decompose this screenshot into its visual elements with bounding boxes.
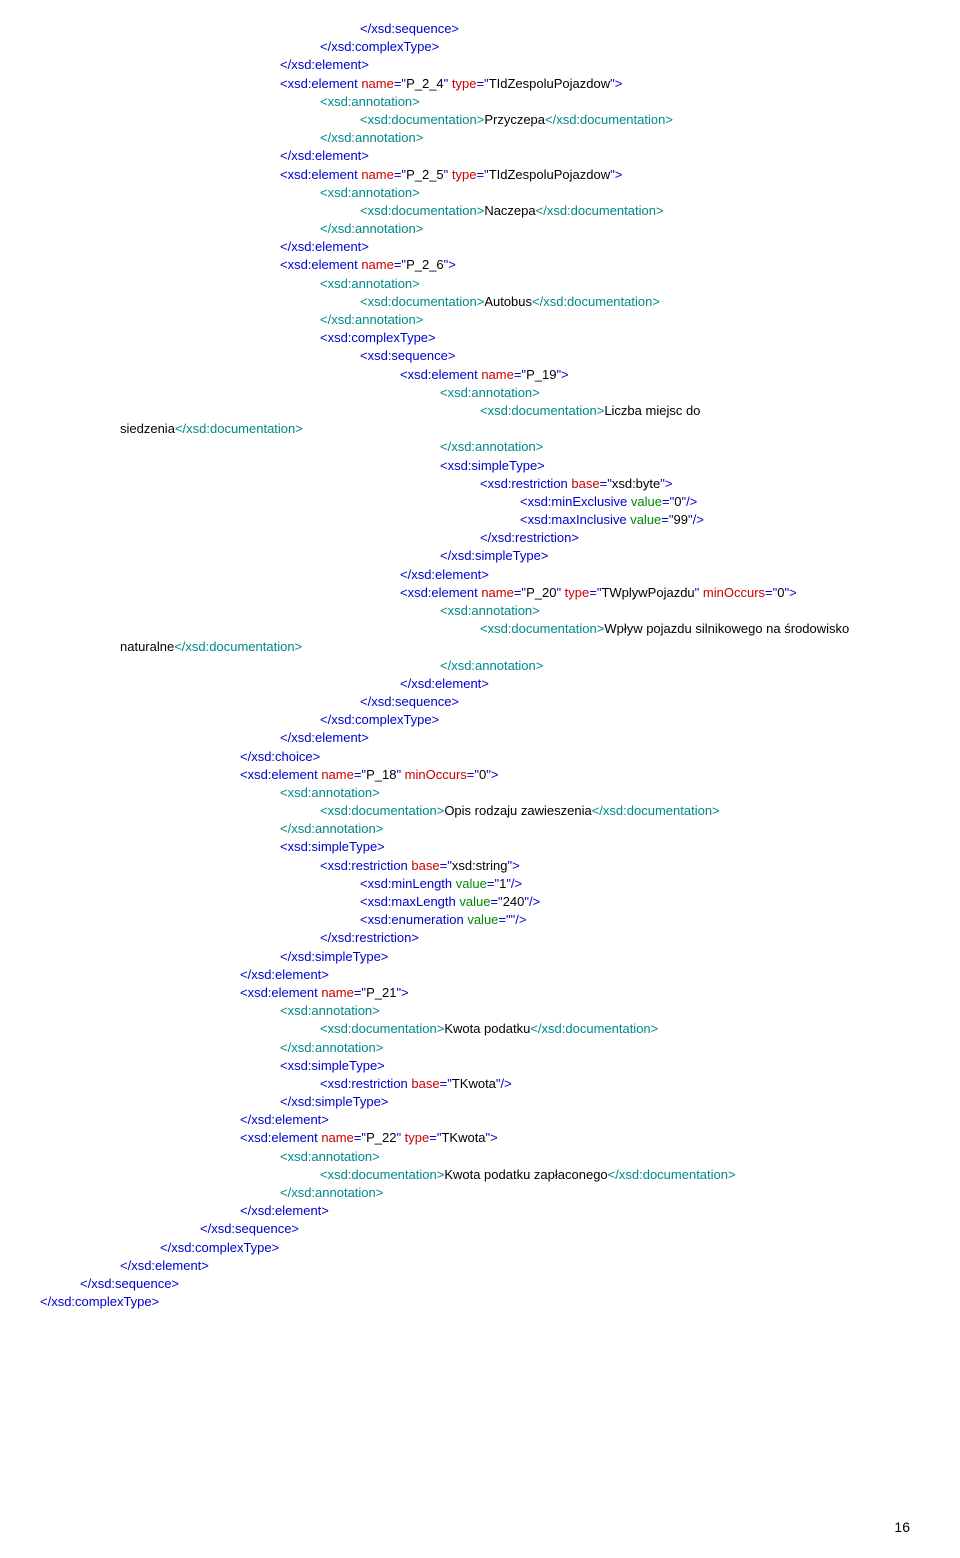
code-line: <xsd:element name="P_19"> (40, 366, 920, 384)
code-line: </xsd:element> (40, 966, 920, 984)
code-line: </xsd:annotation> (40, 311, 920, 329)
code-line: </xsd:element> (40, 1111, 920, 1129)
code-line: </xsd:element> (40, 675, 920, 693)
code-line: <xsd:restriction base="xsd:byte"> (40, 475, 920, 493)
code-line: <xsd:minExclusive value="0"/> (40, 493, 920, 511)
page-number: 16 (894, 1518, 910, 1538)
code-line: </xsd:simpleType> (40, 948, 920, 966)
code-line: </xsd:restriction> (40, 529, 920, 547)
code-line: <xsd:annotation> (40, 384, 920, 402)
code-line: </xsd:element> (40, 1202, 920, 1220)
code-line: <xsd:documentation>Liczba miejsc do (40, 402, 920, 420)
code-line: <xsd:element name="P_2_5" type="TIdZespo… (40, 166, 920, 184)
code-line: naturalne</xsd:documentation> (40, 638, 920, 656)
code-line: </xsd:element> (40, 56, 920, 74)
code-line: </xsd:simpleType> (40, 1093, 920, 1111)
code-line: <xsd:documentation>Autobus</xsd:document… (40, 293, 920, 311)
code-line: <xsd:restriction base="TKwota"/> (40, 1075, 920, 1093)
xml-code-block: </xsd:sequence></xsd:complexType></xsd:e… (40, 20, 920, 1311)
code-line: </xsd:annotation> (40, 820, 920, 838)
code-line: <xsd:annotation> (40, 275, 920, 293)
code-line: </xsd:element> (40, 147, 920, 165)
code-line: <xsd:element name="P_2_4" type="TIdZespo… (40, 75, 920, 93)
code-line: </xsd:element> (40, 1257, 920, 1275)
code-line: <xsd:annotation> (40, 93, 920, 111)
code-line: </xsd:complexType> (40, 1293, 920, 1311)
code-line: </xsd:element> (40, 729, 920, 747)
code-line: <xsd:element name="P_20" type="TWplywPoj… (40, 584, 920, 602)
code-line: siedzenia</xsd:documentation> (40, 420, 920, 438)
code-line: </xsd:annotation> (40, 1184, 920, 1202)
code-line: <xsd:documentation>Kwota podatku zapłaco… (40, 1166, 920, 1184)
code-line: </xsd:complexType> (40, 1239, 920, 1257)
code-line: </xsd:annotation> (40, 438, 920, 456)
code-line: </xsd:sequence> (40, 1275, 920, 1293)
code-line: <xsd:element name="P_18" minOccurs="0"> (40, 766, 920, 784)
code-line: <xsd:annotation> (40, 1148, 920, 1166)
code-line: <xsd:simpleType> (40, 1057, 920, 1075)
code-line: </xsd:element> (40, 566, 920, 584)
code-line: <xsd:element name="P_2_6"> (40, 256, 920, 274)
code-line: <xsd:maxLength value="240"/> (40, 893, 920, 911)
code-line: </xsd:annotation> (40, 129, 920, 147)
code-line: </xsd:simpleType> (40, 547, 920, 565)
code-line: </xsd:sequence> (40, 1220, 920, 1238)
code-line: <xsd:minLength value="1"/> (40, 875, 920, 893)
code-line: <xsd:enumeration value=""/> (40, 911, 920, 929)
code-line: <xsd:documentation>Przyczepa</xsd:docume… (40, 111, 920, 129)
code-line: </xsd:complexType> (40, 711, 920, 729)
code-line: <xsd:restriction base="xsd:string"> (40, 857, 920, 875)
code-line: <xsd:sequence> (40, 347, 920, 365)
code-line: </xsd:choice> (40, 748, 920, 766)
code-line: </xsd:annotation> (40, 657, 920, 675)
code-line: <xsd:annotation> (40, 184, 920, 202)
code-line: <xsd:maxInclusive value="99"/> (40, 511, 920, 529)
code-line: </xsd:element> (40, 238, 920, 256)
code-line: </xsd:complexType> (40, 38, 920, 56)
code-line: <xsd:documentation>Opis rodzaju zawiesze… (40, 802, 920, 820)
code-line: <xsd:complexType> (40, 329, 920, 347)
code-line: <xsd:annotation> (40, 602, 920, 620)
code-line: <xsd:simpleType> (40, 838, 920, 856)
code-line: <xsd:annotation> (40, 1002, 920, 1020)
code-line: </xsd:restriction> (40, 929, 920, 947)
code-line: </xsd:sequence> (40, 20, 920, 38)
code-line: <xsd:element name="P_21"> (40, 984, 920, 1002)
code-line: </xsd:annotation> (40, 1039, 920, 1057)
code-line: <xsd:element name="P_22" type="TKwota"> (40, 1129, 920, 1147)
code-line: <xsd:annotation> (40, 784, 920, 802)
code-line: <xsd:documentation>Kwota podatku</xsd:do… (40, 1020, 920, 1038)
code-line: <xsd:simpleType> (40, 457, 920, 475)
code-line: <xsd:documentation>Wpływ pojazdu silniko… (40, 620, 920, 638)
code-line: </xsd:annotation> (40, 220, 920, 238)
code-line: <xsd:documentation>Naczepa</xsd:document… (40, 202, 920, 220)
code-line: </xsd:sequence> (40, 693, 920, 711)
